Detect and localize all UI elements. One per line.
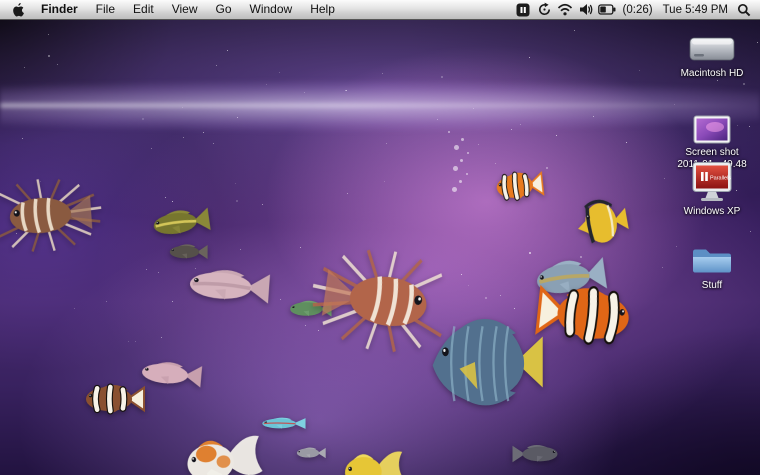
time-machine-icon[interactable] xyxy=(534,0,555,19)
fish-lionfish xyxy=(0,171,106,257)
fish-clownfish-large xyxy=(532,272,641,358)
menu-item-go[interactable]: Go xyxy=(207,2,241,16)
desktop-icon-macintosh-hd[interactable]: Macintosh HD xyxy=(674,33,750,80)
parallels-status-icon[interactable] xyxy=(513,0,534,19)
hard-drive-icon xyxy=(689,37,735,61)
aquarium-fish-layer xyxy=(0,19,760,475)
desktop-screen: Finder File Edit View Go Window Help (0:26) Tu… xyxy=(0,0,760,475)
battery-time-remaining: (0:26) xyxy=(622,3,653,16)
fish-neon-tetra xyxy=(258,415,306,432)
fish-tiny-gray-fish xyxy=(294,445,326,461)
menu-item-edit[interactable]: Edit xyxy=(124,2,163,16)
apple-icon xyxy=(13,2,24,17)
fish-spotted-fish xyxy=(146,201,212,245)
menu-bar-status: (0:26) Tue 5:49 PM xyxy=(513,0,760,19)
icon-label: Windows XP xyxy=(683,206,741,217)
folder-icon xyxy=(693,249,731,273)
spotlight-icon[interactable] xyxy=(733,0,754,19)
fish-clownfish-small xyxy=(490,164,546,207)
fish-goldfish-yellow xyxy=(334,443,405,475)
icon-label: Macintosh HD xyxy=(680,68,744,79)
wifi-icon[interactable] xyxy=(555,0,576,19)
parallels-screen-text: Parallels xyxy=(710,176,731,182)
fish-goldfish-white xyxy=(173,425,265,475)
parallels-vm-icon: Parallels xyxy=(692,162,732,201)
menu-item-view[interactable]: View xyxy=(163,2,207,16)
menu-item-help[interactable]: Help xyxy=(301,2,344,16)
menu-item-finder[interactable]: Finder xyxy=(32,2,87,16)
desktop-icon-stuff[interactable]: Stuff xyxy=(674,243,750,292)
menu-item-file[interactable]: File xyxy=(87,2,124,16)
fish-butterflyfish xyxy=(568,190,634,253)
volume-icon[interactable] xyxy=(576,0,597,19)
apple-menu[interactable] xyxy=(8,2,32,17)
desktop-icon-windows-xp[interactable]: Parallels Windows XP xyxy=(674,161,750,218)
menu-bar: Finder File Edit View Go Window Help (0:26) Tu… xyxy=(0,0,760,20)
icon-label: Stuff xyxy=(701,280,723,291)
menu-items: Finder File Edit View Go Window Help xyxy=(32,0,344,19)
fish-angelfish xyxy=(416,311,544,413)
desktop-wallpaper[interactable]: Macintosh HD Screen shot 2011-01...49.48… xyxy=(0,19,760,475)
fish-pink-fish xyxy=(181,260,272,312)
screenshot-file-icon xyxy=(693,115,731,144)
menu-bar-clock[interactable]: Tue 5:49 PM xyxy=(658,4,733,16)
battery-icon[interactable] xyxy=(597,0,618,19)
fish-clownfish-brown xyxy=(80,379,146,419)
menu-item-window[interactable]: Window xyxy=(241,2,302,16)
menu-bar-left: Finder File Edit View Go Window Help xyxy=(0,0,344,19)
fish-gray-fish xyxy=(512,441,562,467)
